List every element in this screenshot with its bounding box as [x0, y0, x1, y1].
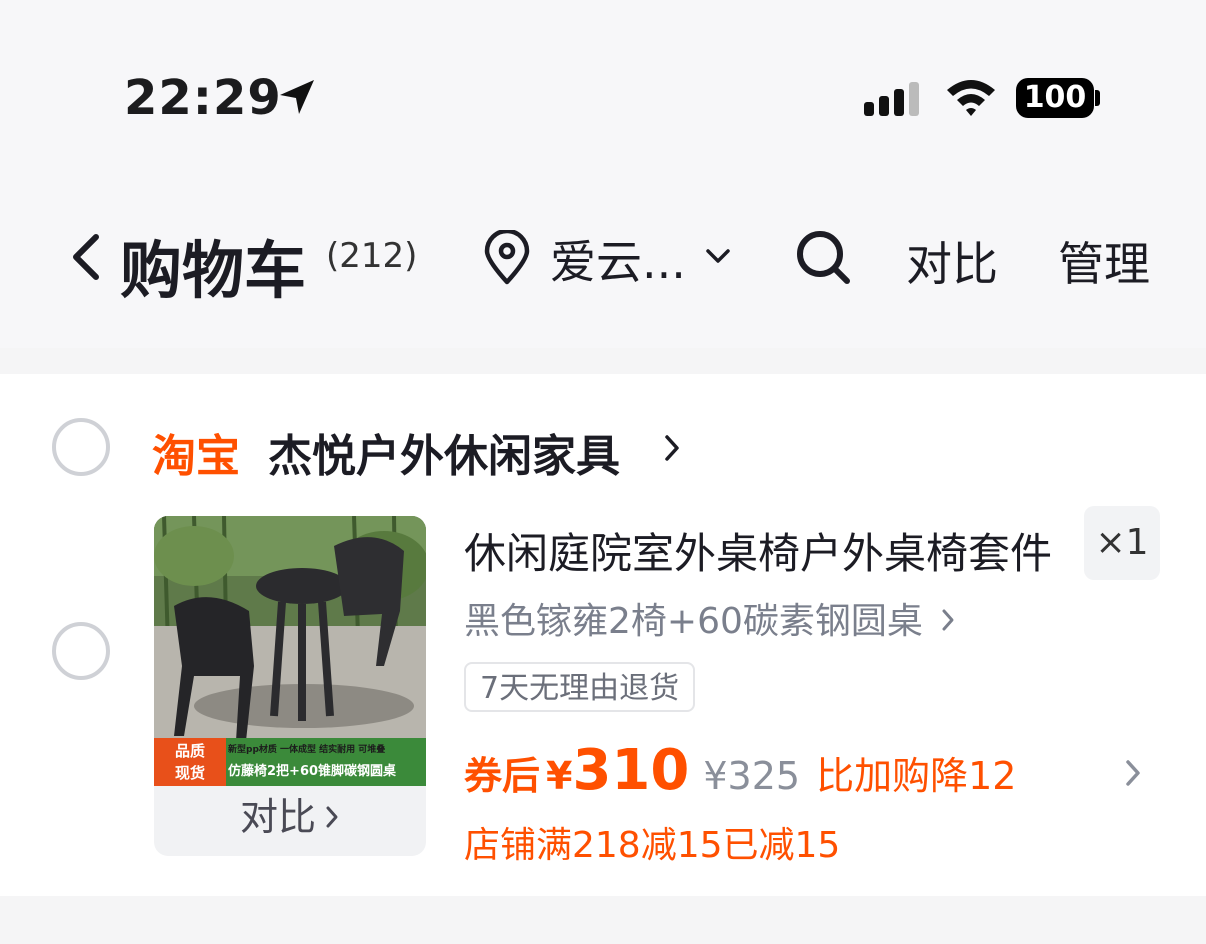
- battery-indicator: 100: [1016, 78, 1094, 118]
- chevron-down-icon[interactable]: [704, 246, 732, 266]
- quantity-button[interactable]: ×1: [1084, 506, 1160, 580]
- chevron-right-icon[interactable]: [1124, 758, 1142, 788]
- status-time: 22:29: [124, 70, 282, 126]
- search-icon[interactable]: [794, 228, 852, 286]
- wifi-icon: [947, 80, 995, 116]
- cart-count: (212): [326, 236, 418, 276]
- thumb-compare-button[interactable]: 对比: [154, 786, 426, 841]
- price-drop-note: 比加购降12: [816, 754, 1017, 798]
- item-select-checkbox[interactable]: [52, 622, 110, 680]
- product-title[interactable]: 休闲庭院室外桌椅户外桌椅套件: [464, 520, 1052, 581]
- shop-name[interactable]: 杰悦户外休闲家具: [268, 420, 620, 484]
- taobao-logo: 淘宝: [152, 431, 240, 482]
- thumb-badge: 品质 现货: [174, 742, 205, 782]
- shop-promo: 店铺满218减15已减15: [464, 825, 841, 866]
- location-selector[interactable]: 爱云...: [550, 226, 686, 292]
- sku-selector[interactable]: 黑色镓雍2椅+60碳素钢圆桌: [464, 592, 956, 644]
- compare-button[interactable]: 对比: [906, 228, 998, 294]
- chevron-right-icon: [942, 609, 954, 631]
- battery-cap: [1095, 90, 1100, 106]
- sku-label: 黑色镓雍2椅+60碳素钢圆桌: [464, 601, 923, 642]
- price-line: 券后 ¥310 ¥325 比加购降12: [464, 738, 1016, 803]
- coupon-label: 券后: [464, 754, 541, 798]
- shop-select-checkbox[interactable]: [52, 418, 110, 476]
- manage-button[interactable]: 管理: [1058, 228, 1150, 294]
- chevron-right-icon: [326, 806, 338, 828]
- return-policy-tag: 7天无理由退货: [464, 662, 696, 712]
- thumb-compare-label: 对比: [239, 795, 316, 839]
- thumb-features: 新型pp材质 一体成型 结实耐用 可堆叠: [228, 745, 386, 755]
- product-thumbnail[interactable]: 品质 现货 新型pp材质 一体成型 结实耐用 可堆叠 仿藤椅2把+60锥脚碳钢圆…: [154, 516, 426, 856]
- original-price: ¥325: [703, 754, 801, 798]
- page-title: 购物车: [120, 234, 307, 307]
- currency-symbol: ¥: [546, 754, 573, 798]
- price: 310: [572, 738, 690, 803]
- cellular-signal-icon: [864, 82, 919, 116]
- back-icon[interactable]: [66, 232, 106, 282]
- chevron-right-icon[interactable]: [662, 432, 682, 464]
- location-pin-icon[interactable]: [482, 230, 532, 286]
- location-arrow-icon: [280, 80, 314, 114]
- thumb-caption: 仿藤椅2把+60锥脚碳钢圆桌: [228, 764, 397, 779]
